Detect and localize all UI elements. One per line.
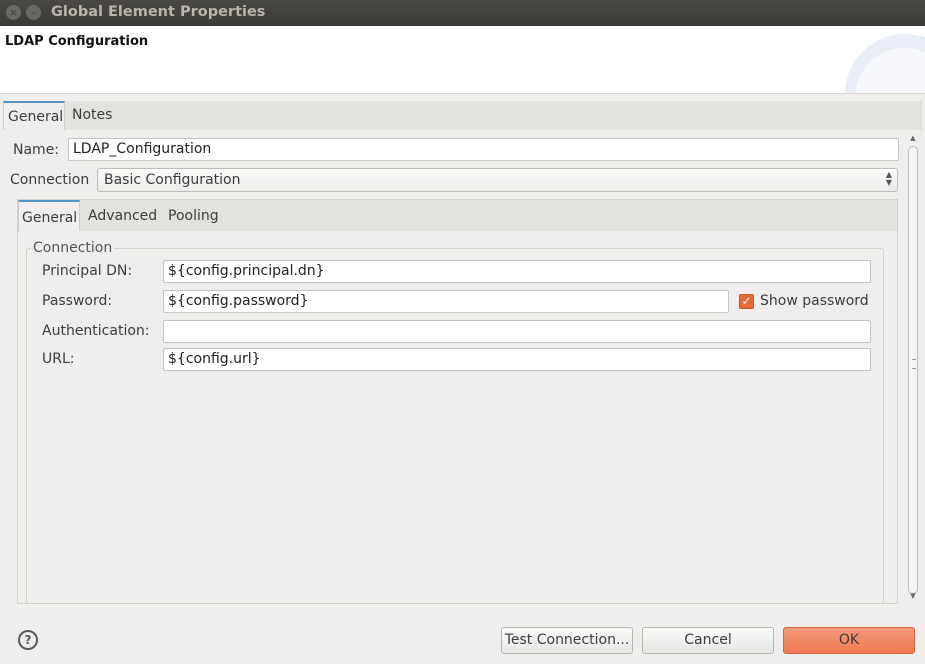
close-window-icon[interactable]: × <box>6 5 21 20</box>
connection-settings-panel: General Advanced Pooling Connection Prin… <box>17 199 898 608</box>
principal-dn-field[interactable]: ${config.principal.dn} <box>163 260 871 283</box>
test-connection-button[interactable]: Test Connection... <box>501 627 633 654</box>
title-bar: × – Global Element Properties <box>0 0 925 26</box>
dialog-footer: ? Test Connection... Cancel OK <box>0 604 925 664</box>
password-field[interactable]: ${config.password} <box>163 290 729 313</box>
connection-label: Connection <box>10 172 90 188</box>
window-title: Global Element Properties <box>51 4 266 20</box>
page-title: LDAP Configuration <box>5 34 149 49</box>
name-label: Name: <box>13 142 60 158</box>
sub-tab-bar: General Advanced Pooling <box>18 200 897 231</box>
url-field[interactable]: ${config.url} <box>163 348 871 371</box>
vertical-scrollbar[interactable]: ▲ ▼ <box>906 134 920 604</box>
header-banner: LDAP Configuration <box>0 26 925 94</box>
show-password-checkbox[interactable]: ✓ <box>739 294 754 309</box>
connection-select-value: Basic Configuration <box>104 172 241 188</box>
scroll-down-icon[interactable]: ▼ <box>906 592 920 604</box>
tab-general[interactable]: General <box>3 101 65 130</box>
password-label: Password: <box>42 293 113 309</box>
ok-button[interactable]: OK <box>783 627 915 654</box>
scrollbar-thumb[interactable] <box>908 146 918 594</box>
name-field[interactable]: LDAP_Configuration <box>68 138 899 161</box>
url-label: URL: <box>42 351 75 367</box>
help-icon[interactable]: ? <box>18 630 38 650</box>
show-password-label[interactable]: Show password <box>760 293 869 309</box>
subtab-advanced[interactable]: Advanced <box>85 200 160 231</box>
authentication-label: Authentication: <box>42 323 150 339</box>
main-tab-bar: General Notes <box>3 101 922 130</box>
cancel-button[interactable]: Cancel <box>642 627 774 654</box>
scroll-up-icon[interactable]: ▲ <box>906 134 920 146</box>
principal-dn-label: Principal DN: <box>42 263 133 279</box>
connection-group: Connection Principal DN: ${config.princi… <box>26 240 884 608</box>
tab-notes[interactable]: Notes <box>68 101 116 130</box>
authentication-field[interactable] <box>163 320 871 343</box>
scrollbar-grip-icon <box>912 359 916 369</box>
connection-select[interactable]: Basic Configuration ▲ ▼ <box>97 168 898 192</box>
subtab-general[interactable]: General <box>18 200 80 231</box>
subtab-pooling[interactable]: Pooling <box>165 200 222 231</box>
select-arrows-icon: ▲ ▼ <box>885 170 892 187</box>
minimize-window-icon[interactable]: – <box>26 5 41 20</box>
connection-group-title: Connection <box>31 240 115 256</box>
